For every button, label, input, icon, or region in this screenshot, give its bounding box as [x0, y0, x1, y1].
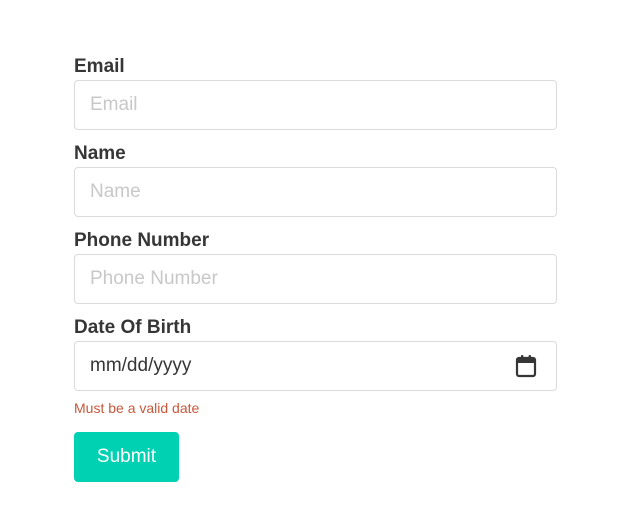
phone-field-group: Phone Number	[74, 229, 557, 304]
phone-input[interactable]	[74, 254, 557, 304]
name-input[interactable]	[74, 167, 557, 217]
signup-form: Email Name Phone Number Date Of Birth mm…	[74, 55, 557, 482]
calendar-icon[interactable]	[515, 354, 537, 378]
name-label: Name	[74, 143, 126, 164]
email-field-group: Email	[74, 55, 557, 130]
name-field-group: Name	[74, 142, 557, 217]
dob-field-group: Date Of Birth mm/dd/yyyy Must be a valid…	[74, 316, 557, 416]
email-input[interactable]	[74, 80, 557, 130]
dob-input[interactable]: mm/dd/yyyy	[74, 341, 557, 391]
dob-label: Date Of Birth	[74, 317, 192, 338]
submit-button[interactable]: Submit	[74, 432, 179, 482]
calendar-icon-graphic	[515, 355, 537, 378]
dob-display[interactable]: mm/dd/yyyy	[74, 341, 557, 391]
dob-error-message: Must be a valid date	[74, 400, 200, 416]
email-label: Email	[74, 56, 125, 77]
phone-label: Phone Number	[74, 230, 210, 251]
